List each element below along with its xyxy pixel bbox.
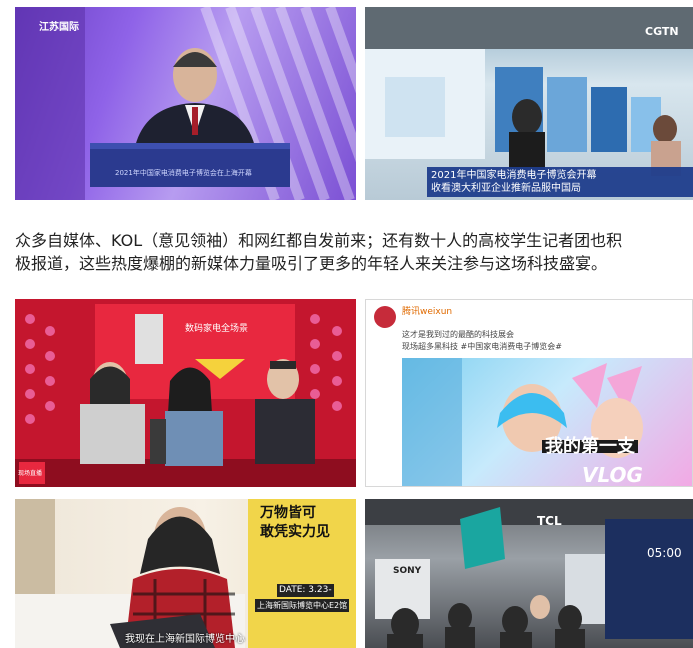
- corner-badge-label: 现场直播: [18, 470, 43, 477]
- weibo-username: 腾讯weixun: [402, 307, 453, 317]
- channel-logo: CGTN: [645, 25, 679, 38]
- vlogger-photo: 万物皆可 敢凭实力见 DATE: 3.23- 上海新国际博览中心E2馆 我现在上…: [15, 499, 356, 648]
- avatar: [374, 306, 396, 328]
- sony-sign: SONY: [393, 566, 422, 576]
- broadcaster-logo: 江苏国际: [39, 22, 79, 33]
- booth-photo: TCL SONY 05:00: [365, 499, 693, 648]
- promo-headline-1: 万物皆可: [260, 505, 316, 521]
- article-paragraph: 众多自媒体、KOL（意见领袖）和网红都自发前来；还有数十人的高校学生记者团也积 …: [15, 229, 693, 275]
- livestream-photo: 数码家电全场景 现场直播: [15, 299, 356, 487]
- news-caption-line2: 收看澳大利亚企业推新品服中国局: [431, 183, 581, 194]
- vlog-title-line1: 我的第一支: [542, 438, 638, 456]
- screen-caption: 2021年中国家电消费电子博览会在上海开幕: [115, 169, 252, 177]
- expo-news-photo: CGTN 2021年中国家电消费电子博览会开幕 收看澳大利亚企业推新品服中国局: [365, 7, 693, 200]
- promo-venue: 上海新国际博览中心E2馆: [255, 599, 350, 612]
- promo-date: DATE: 3.23-: [277, 584, 334, 597]
- article-line-2: 极报道，这些热度爆棚的新媒体力量吸引了更多的年轻人来关注参与这场科技盛宴。: [15, 254, 608, 273]
- backdrop-text: 数码家电全场景: [185, 324, 249, 334]
- promo-headline-2: 敢凭实力见: [260, 524, 330, 540]
- weibo-post-photo: 腾讯weixun 这才是我到过的最酷的科技展会 现场超多黑科技 #中国家电消费电…: [365, 299, 693, 487]
- weibo-post-line2: 现场超多黑科技 #中国家电消费电子博览会#: [402, 342, 562, 351]
- news-caption-line1: 2021年中国家电消费电子博览会开幕: [431, 170, 597, 181]
- vlog-title-line2: VLOG: [582, 463, 643, 487]
- article-line-1: 众多自媒体、KOL（意见领袖）和网红都自发前来；还有数十人的高校学生记者团也积: [15, 231, 623, 250]
- vlog-image: 我的第一支 VLOG: [402, 358, 692, 487]
- video-subtitle: 我现在上海新国际博览中心: [125, 634, 245, 645]
- tcl-sign: TCL: [537, 514, 562, 528]
- display-clock: 05:00: [647, 546, 682, 560]
- speech-photo: 江苏国际 2021年中国家电消费电子博览会在上海开幕: [15, 7, 356, 200]
